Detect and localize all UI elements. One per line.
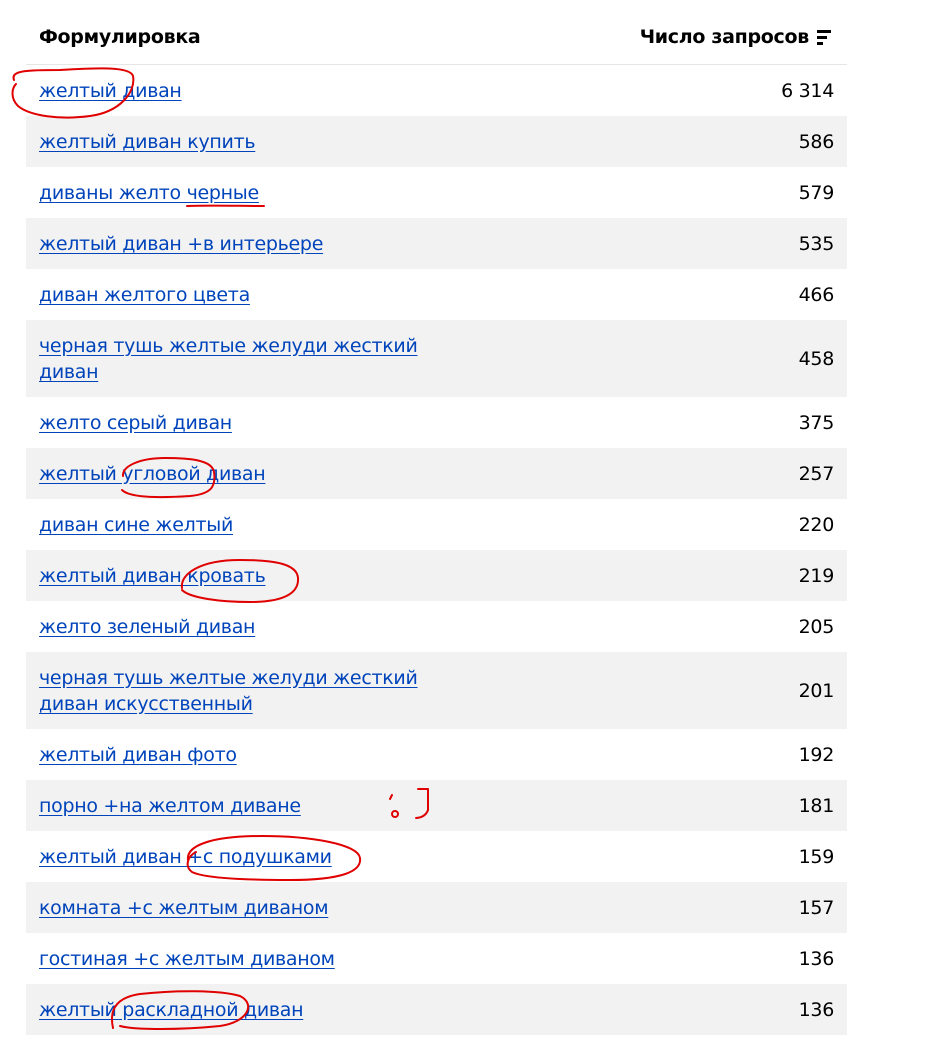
query-count: 458 <box>798 347 835 370</box>
query-link[interactable]: черная тушь желтые желуди жесткий диван <box>39 333 459 385</box>
query-link[interactable]: желтый диван +в интерьере <box>39 231 459 257</box>
table-row: желтый диван +с подушками 159 <box>26 831 847 882</box>
query-link[interactable]: желто серый диван <box>39 410 459 436</box>
query-link[interactable]: желтый диван <box>39 78 459 104</box>
query-count: 201 <box>798 679 835 702</box>
table-row: желтый раскладной диван 136 <box>26 984 847 1035</box>
phrase-column-header: Формулировка <box>39 26 201 48</box>
query-link[interactable]: желтый раскладной диван <box>39 997 459 1023</box>
table-row: желтый угловой диван 257 <box>26 448 847 499</box>
table-row: желтый диван фото 192 <box>26 729 847 780</box>
query-link[interactable]: порно +на желтом диване <box>39 793 459 819</box>
count-column-header[interactable]: Число запросов <box>640 26 831 48</box>
table-row: желто зеленый диван 205 <box>26 601 847 652</box>
table-row: гостиная +с желтым диваном 136 <box>26 933 847 984</box>
query-link[interactable]: диваны желто черные <box>39 180 459 206</box>
query-count: 375 <box>798 411 835 434</box>
query-link[interactable]: диван желтого цвета <box>39 282 459 308</box>
count-column-label: Число запросов <box>639 26 810 48</box>
table-row: диван желтого цвета 466 <box>26 269 847 320</box>
query-count: 220 <box>798 513 835 536</box>
table-row: желтый диван +в интерьере 535 <box>26 218 847 269</box>
query-count: 535 <box>798 232 835 255</box>
query-count: 257 <box>798 462 835 485</box>
table-row: желтый диван кровать 219 <box>26 550 847 601</box>
table-header: Формулировка Число запросов <box>26 14 847 65</box>
query-link[interactable]: желтый диван кровать <box>39 563 459 589</box>
query-count: 6 314 <box>781 79 834 102</box>
query-link[interactable]: комната +с желтым диваном <box>39 895 459 921</box>
query-link[interactable]: желтый диван купить <box>39 129 459 155</box>
table-row: диваны желто черные 579 <box>26 167 847 218</box>
query-link[interactable]: черная тушь желтые желуди жесткий диван … <box>39 665 459 717</box>
query-count: 136 <box>798 947 835 970</box>
query-count: 586 <box>798 130 835 153</box>
query-stats-table: Формулировка Число запросов желтый диван… <box>26 14 847 1035</box>
query-link[interactable]: желто зеленый диван <box>39 614 459 640</box>
query-link[interactable]: желтый диван фото <box>39 742 459 768</box>
query-count: 466 <box>798 283 835 306</box>
table-row: комната +с желтым диваном 157 <box>26 882 847 933</box>
table-row: желтый диван 6 314 <box>26 65 847 116</box>
query-count: 219 <box>798 564 835 587</box>
table-row: черная тушь желтые желуди жесткий диван … <box>26 652 847 729</box>
query-count: 159 <box>798 845 835 868</box>
query-count: 157 <box>798 896 835 919</box>
table-row: черная тушь желтые желуди жесткий диван … <box>26 320 847 397</box>
query-link[interactable]: диван сине желтый <box>39 512 459 538</box>
table-row: диван сине желтый 220 <box>26 499 847 550</box>
query-link[interactable]: гостиная +с желтым диваном <box>39 946 459 972</box>
query-count: 579 <box>798 181 835 204</box>
table-row: желтый диван купить 586 <box>26 116 847 167</box>
sort-descending-icon[interactable] <box>817 30 831 45</box>
table-row: порно +на желтом диване 181 <box>26 780 847 831</box>
query-link[interactable]: желтый угловой диван <box>39 461 459 487</box>
query-count: 205 <box>798 615 835 638</box>
query-count: 192 <box>798 743 835 766</box>
query-count: 136 <box>798 998 835 1021</box>
query-count: 181 <box>798 794 835 817</box>
table-row: желто серый диван 375 <box>26 397 847 448</box>
query-link[interactable]: желтый диван +с подушками <box>39 844 459 870</box>
